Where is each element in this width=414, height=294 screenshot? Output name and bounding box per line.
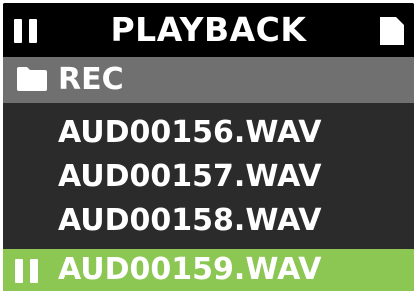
file-row[interactable]: AUD00158.WAV <box>3 199 414 244</box>
folder-name: REC <box>58 62 124 97</box>
file-row[interactable]: AUD00157.WAV <box>3 155 414 200</box>
file-name: AUD00158.WAV <box>58 203 322 238</box>
pause-bar-left <box>15 259 23 283</box>
file-list: AUD00156.WAV AUD00157.WAV AUD00158.WAV A… <box>3 103 414 291</box>
playback-screen: PLAYBACK REC AUD00156.WAV AUD00157.WAV A… <box>3 3 414 291</box>
folder-row[interactable]: REC <box>3 57 414 103</box>
file-name: AUD00157.WAV <box>58 159 322 194</box>
file-row-selected[interactable]: AUD00159.WAV <box>3 249 414 291</box>
file-icon[interactable] <box>380 17 404 45</box>
pause-icon <box>15 259 39 283</box>
file-row[interactable]: AUD00156.WAV <box>3 111 414 156</box>
file-icon-svg <box>380 17 404 45</box>
file-name: AUD00156.WAV <box>58 115 322 150</box>
folder-icon <box>17 67 47 91</box>
page-title: PLAYBACK <box>110 10 307 49</box>
folder-icon-svg <box>17 67 47 91</box>
header-bar: PLAYBACK <box>3 3 414 57</box>
pause-bar-right <box>30 259 38 283</box>
file-name: AUD00159.WAV <box>58 252 322 287</box>
